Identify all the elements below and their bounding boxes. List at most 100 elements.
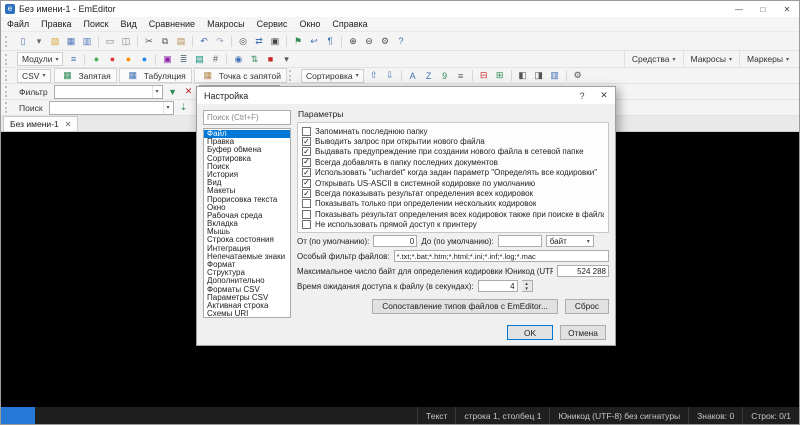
unit-dropdown[interactable]: байт ▾ (546, 235, 594, 247)
status-segment[interactable]: Строк: 0/1 (742, 407, 799, 424)
toolbar-grip-icon[interactable] (5, 70, 11, 81)
csv-delimiter-tab[interactable]: ▦ Запятая (54, 68, 117, 83)
csv-options-icon[interactable]: ⚙ (571, 69, 585, 82)
settings-category-item[interactable]: Буфер обмена (204, 146, 290, 154)
to-input[interactable] (498, 235, 542, 247)
document-tab[interactable]: Без имени-1 ✕ (3, 116, 78, 131)
settings-category-item[interactable]: Файл (204, 130, 290, 138)
settings-category-item[interactable]: Поиск (204, 163, 290, 171)
browser-chrome-icon[interactable]: ● (105, 53, 119, 66)
settings-category-item[interactable]: Рабочая среда (204, 212, 290, 220)
option-row[interactable]: ✓ Открывать US-ASCII в системной кодиров… (302, 178, 604, 188)
new-file-dropdown-icon[interactable]: ▾ (32, 35, 46, 48)
minimize-button[interactable]: — (727, 1, 751, 17)
option-row[interactable]: ✓ Выводить запрос при открытии нового фа… (302, 136, 604, 146)
status-segment[interactable]: Знаков: 0 (688, 407, 742, 424)
checkbox[interactable]: ✓ (302, 158, 311, 167)
option-row[interactable]: ✓ Всегда добавлять в папку последних док… (302, 157, 604, 167)
file-filter-input[interactable] (394, 250, 609, 262)
help-icon[interactable]: ? (394, 35, 408, 48)
settings-search-input[interactable] (203, 110, 291, 125)
menu-item[interactable]: Макросы (201, 17, 251, 31)
modules-dropdown[interactable]: Модули ▾ (17, 52, 63, 66)
close-button[interactable]: ✕ (775, 1, 799, 17)
modules-options-icon[interactable]: ▾ (279, 53, 293, 66)
toolbar-grip-icon[interactable] (289, 70, 295, 81)
dialog-close-button[interactable]: ✕ (593, 87, 615, 104)
checkbox[interactable]: ✓ (302, 210, 311, 219)
sort-numeric-icon[interactable]: 9 (438, 69, 452, 82)
option-row[interactable]: ✓ Выдавать предупреждение при создании н… (302, 147, 604, 157)
copy-icon[interactable]: ⧉ (158, 35, 172, 48)
settings-category-item[interactable]: Вкладка (204, 220, 290, 228)
sort-descending-icon[interactable]: ⇩ (383, 69, 397, 82)
browser-firefox-icon[interactable]: ● (121, 53, 135, 66)
settings-category-item[interactable]: Дополнительно (204, 277, 290, 285)
checkbox[interactable]: ✓ (302, 179, 311, 188)
open-file-icon[interactable]: ▨ (48, 35, 62, 48)
column-left-icon[interactable]: ◧ (516, 69, 530, 82)
menu-item[interactable]: Файл (1, 17, 35, 31)
settings-category-item[interactable]: Вид (204, 179, 290, 187)
checkbox[interactable]: ✓ (302, 168, 311, 177)
option-row[interactable]: ✓ Показывать только при определении неск… (302, 199, 604, 209)
panel-toggle-button[interactable]: Средства ▾ (624, 51, 683, 67)
web-preview-icon[interactable]: ◉ (231, 53, 245, 66)
settings-category-item[interactable]: Непечатаемые знаки (204, 253, 290, 261)
word-wrap-icon[interactable]: ↩ (307, 35, 321, 48)
panel-toggle-button[interactable]: Макросы ▾ (683, 51, 739, 67)
timeout-input[interactable] (478, 280, 518, 292)
dialog-help-button[interactable]: ? (571, 87, 593, 104)
settings-category-item[interactable]: Параметры CSV (204, 294, 290, 302)
checkbox[interactable]: ✓ (302, 189, 311, 198)
from-input[interactable] (373, 235, 417, 247)
undo-icon[interactable]: ↶ (197, 35, 211, 48)
menu-item[interactable]: Сервис (251, 17, 294, 31)
stop-icon[interactable]: ■ (263, 53, 277, 66)
toolbar-grip-icon[interactable] (5, 36, 11, 47)
menu-item[interactable]: Сравнение (143, 17, 201, 31)
browser-edge-icon[interactable]: ● (137, 53, 151, 66)
toolbar-grip-icon[interactable] (5, 54, 11, 65)
word-count-icon[interactable]: # (208, 53, 222, 66)
sort-ascending-icon[interactable]: ⇧ (367, 69, 381, 82)
search-input[interactable]: ▾ (49, 101, 174, 115)
associate-file-types-button[interactable]: Сопоставление типов файлов с EmEditor... (372, 299, 558, 314)
settings-category-item[interactable]: Форматы CSV (204, 286, 290, 294)
checkbox[interactable]: ✓ (302, 127, 311, 136)
status-segment[interactable]: Юникод (UTF-8) без сигнатуры (549, 407, 688, 424)
print-preview-icon[interactable]: ◫ (119, 35, 133, 48)
combine-lines-icon[interactable]: ⊞ (493, 69, 507, 82)
filter-clear-icon[interactable]: ✕ (182, 85, 196, 98)
menu-item[interactable]: Поиск (78, 17, 115, 31)
ok-button[interactable]: OK (507, 325, 553, 340)
zoom-out-icon[interactable]: ⊖ (362, 35, 376, 48)
settings-category-item[interactable]: Прорисовка текста (204, 196, 290, 204)
filter-apply-icon[interactable]: ▼ (166, 85, 180, 98)
sort-dropdown[interactable]: Сортировка ▾ (301, 69, 364, 83)
replace-icon[interactable]: ⇄ (252, 35, 266, 48)
checkbox[interactable]: ✓ (302, 220, 311, 229)
menu-item[interactable]: Справка (326, 17, 373, 31)
column-right-icon[interactable]: ◨ (532, 69, 546, 82)
settings-category-item[interactable]: Схемы URI (204, 310, 290, 318)
maximize-button[interactable]: □ (751, 1, 775, 17)
find-icon[interactable]: ◎ (236, 35, 250, 48)
settings-category-item[interactable]: Структура (204, 269, 290, 277)
settings-category-item[interactable]: Строка состояния (204, 236, 290, 244)
cancel-button[interactable]: Отмена (560, 325, 606, 340)
menu-item[interactable]: Правка (35, 17, 77, 31)
csv-delimiter-tab[interactable]: ▦ Точка с запятой (194, 68, 287, 83)
settings-category-item[interactable]: Сортировка (204, 155, 290, 163)
timeout-spinner[interactable]: ▲ ▼ (522, 280, 533, 292)
menu-item[interactable]: Вид (115, 17, 143, 31)
checkbox[interactable]: ✓ (302, 147, 311, 156)
status-segment[interactable]: Текст (417, 407, 455, 424)
sync-icon[interactable]: ⇅ (247, 53, 261, 66)
projects-icon[interactable]: ▤ (192, 53, 206, 66)
bookmark-icon[interactable]: ⚑ (291, 35, 305, 48)
outline-icon[interactable]: ≣ (176, 53, 190, 66)
settings-category-item[interactable]: Правка (204, 138, 290, 146)
redo-icon[interactable]: ↷ (213, 35, 227, 48)
freeze-columns-icon[interactable]: ▥ (548, 69, 562, 82)
